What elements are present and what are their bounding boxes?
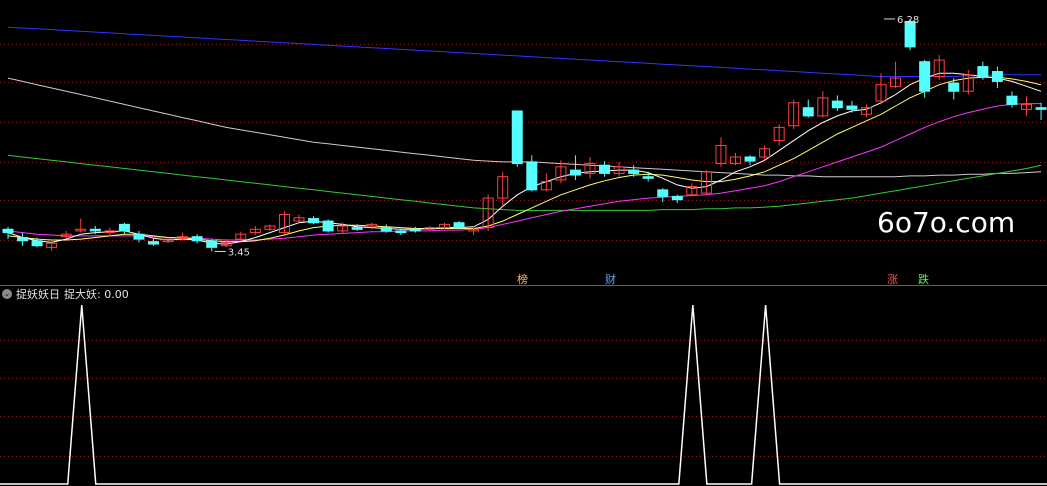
- candle-51: [744, 155, 756, 166]
- candle-28: [409, 226, 421, 233]
- tag-die: 跌: [918, 273, 929, 286]
- indicator-header: ⌄ 捉妖妖日 捉大妖: 0.00: [2, 287, 129, 301]
- candle-21: [308, 216, 320, 225]
- candle-body: [148, 241, 159, 245]
- candle-61: [890, 61, 902, 88]
- ma-green-line: [7, 154, 1042, 211]
- candle-34: [497, 171, 509, 207]
- stock-chart: 6.28 3.45: [0, 15, 1047, 485]
- candle-55: [802, 99, 814, 118]
- indicator-value: 捉大妖: 0.00: [64, 288, 129, 301]
- candle-60: [875, 73, 887, 105]
- signal-line: [0, 304, 1047, 485]
- candle-35: [511, 110, 523, 167]
- candle-68: [991, 66, 1003, 88]
- candle-46: [671, 194, 683, 203]
- candle-14: [206, 239, 218, 252]
- candle-body: [846, 105, 858, 110]
- candle-body: [453, 222, 465, 229]
- candle-39: [569, 155, 581, 180]
- signal-panel: [0, 304, 1047, 485]
- candle-body: [642, 176, 654, 179]
- candle-body: [744, 156, 756, 162]
- candle-body: [133, 233, 145, 240]
- candle-17: [249, 225, 261, 236]
- candle-71: [1035, 102, 1047, 121]
- candle-13: [191, 234, 203, 244]
- candle-8: [118, 222, 130, 235]
- candle-45: [657, 188, 669, 203]
- candle-body: [395, 230, 407, 234]
- candle-body: [1006, 95, 1018, 105]
- candle-body: [628, 169, 640, 174]
- candle-19: [278, 211, 290, 235]
- candle-body: [511, 110, 523, 165]
- candle-9: [133, 230, 145, 243]
- candle-body: [206, 240, 218, 248]
- candle-body: [17, 236, 29, 242]
- candle-53: [773, 124, 785, 146]
- candle-body: [409, 228, 421, 232]
- tag-zhang: 涨: [887, 273, 898, 286]
- candle-18: [264, 224, 276, 231]
- candle-57: [831, 95, 843, 111]
- candle-body: [948, 82, 960, 92]
- candle-59: [860, 104, 872, 118]
- candle-48: [700, 170, 712, 195]
- watermark: 6o7o.com: [877, 206, 1016, 239]
- candle-body: [526, 161, 538, 191]
- candle-body: [2, 228, 14, 234]
- candle-40: [584, 156, 596, 179]
- candle-body: [31, 240, 43, 247]
- candle-body: [89, 228, 101, 232]
- candle-body: [599, 164, 611, 174]
- candle-body: [991, 71, 1003, 82]
- ma-blue-line: [7, 26, 1041, 77]
- candle-22: [322, 219, 334, 233]
- annotation-label-1: 3.45: [228, 247, 250, 258]
- candle-70: [1021, 96, 1032, 116]
- candle-body: [977, 66, 989, 77]
- candle-body: [191, 236, 203, 242]
- chart-grid: [0, 44, 1047, 457]
- candle-42: [613, 161, 625, 177]
- candle-41: [599, 161, 611, 177]
- candle-body: [569, 169, 581, 176]
- candle-body: [831, 100, 843, 109]
- candle-63: [919, 60, 931, 98]
- candle-36: [526, 155, 538, 192]
- candle-16: [235, 231, 247, 241]
- tag-bang: 榜: [517, 273, 528, 286]
- collapse-toggle-icon[interactable]: ⌄: [2, 289, 12, 299]
- candle-body: [919, 61, 931, 92]
- candle-body: [118, 223, 130, 232]
- candle-body: [671, 195, 683, 201]
- candle-20: [293, 214, 305, 223]
- candle-body: [308, 218, 320, 224]
- candle-0: [2, 226, 14, 240]
- candle-body: [1035, 107, 1047, 110]
- candle-5: [75, 218, 87, 233]
- candle-1: [17, 232, 29, 246]
- candle-31: [453, 221, 465, 230]
- annotation-label-0: 6.28: [897, 15, 919, 26]
- candle-44: [642, 171, 654, 182]
- tag-cai: 财: [605, 273, 616, 286]
- candle-64: [933, 55, 945, 80]
- candle-body: [380, 227, 392, 232]
- candle-body: [351, 227, 363, 230]
- candle-54: [788, 99, 800, 130]
- indicator-name: 捉妖妖日: [16, 288, 60, 301]
- candle-47: [686, 183, 698, 197]
- candle-50: [730, 152, 741, 166]
- candle-body: [802, 107, 814, 117]
- candle-body: [657, 189, 669, 197]
- candle-56: [817, 91, 829, 118]
- candle-body: [322, 220, 334, 232]
- candle-26: [380, 224, 392, 233]
